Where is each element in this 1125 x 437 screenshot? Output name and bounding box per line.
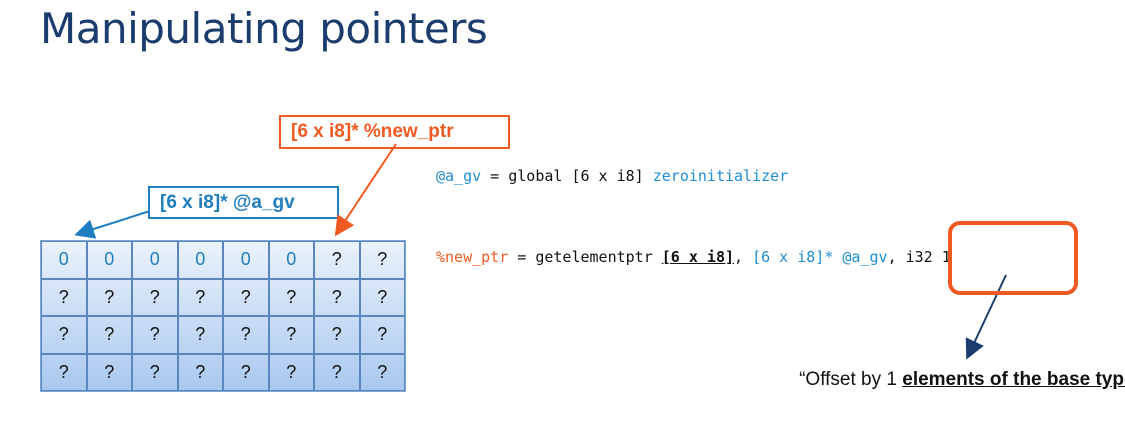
grid-cell: ? [223,278,269,316]
grid-cell: ? [41,316,87,354]
grid-cell: ? [268,278,314,316]
grid-cell: 0 [132,241,178,279]
grid-cell: ? [86,278,132,316]
zeroinitializer-keyword: zeroinitializer [652,167,789,185]
global-var-name: @a_gv [436,167,482,185]
grid-cell: 0 [41,241,87,279]
index-highlight-box [948,221,1078,295]
new-ptr-arrow [334,143,397,237]
a-gv-arrow [74,210,151,239]
note-emphasis: elements of the base type [902,369,1125,390]
gep-comma: , [734,248,753,266]
grid-cell: ? [132,278,178,316]
grid-cell: ? [223,353,269,391]
memory-grid: 0 0 0 0 0 0?????????????????????????? [40,240,406,392]
grid-cell: ? [314,241,360,279]
code-line-gep: %new_ptr = getelementptr [6 x i8], [6 x … [436,248,951,266]
offset-note: “Offset by 1 elements of the base type” [780,367,1125,392]
grid-cell: ? [177,353,223,391]
grid-cell: ? [359,241,405,279]
grid-cell: 0 [86,241,132,279]
grid-cell: ? [359,353,405,391]
grid-cell: ? [132,353,178,391]
code-line-global: @a_gv = global [6 x i8] zeroinitializer [436,167,788,185]
grid-cell: ? [132,316,178,354]
gep-base-type: [6 x i8] [661,248,735,266]
grid-cell: ? [314,316,360,354]
grid-cell: ? [268,353,314,391]
grid-cell: ? [177,278,223,316]
grid-cell: 0 [177,241,223,279]
grid-cell: ? [314,278,360,316]
grid-cell: 0 [268,241,314,279]
grid-cell: ? [268,316,314,354]
grid-cell: 0 [223,241,269,279]
grid-cell: ? [359,316,405,354]
grid-cell: ? [314,353,360,391]
grid-cell: ? [177,316,223,354]
grid-cell: ? [41,278,87,316]
global-decl: = global [6 x i8] [481,167,653,185]
gep-pointer-operand: [6 x i8]* @a_gv [752,248,888,266]
grid-cell: ? [359,278,405,316]
note-prefix: “Offset by 1 [799,369,903,390]
grid-cell: ? [86,316,132,354]
gep-index: , i32 1 [887,248,951,266]
grid-cell: ? [86,353,132,391]
grid-cell: ? [223,316,269,354]
gep-keyword: = getelementptr [508,248,662,266]
new-ptr-var: %new_ptr [436,248,509,266]
grid-cell: ? [41,353,87,391]
